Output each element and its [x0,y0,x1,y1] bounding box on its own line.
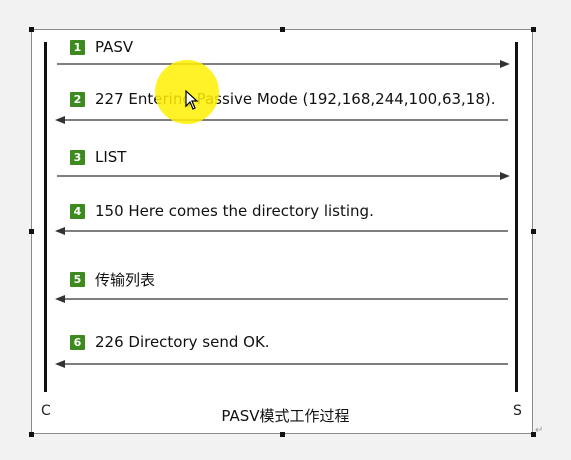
step-number-badge: 2 [70,91,85,107]
step-message: 226 Directory send OK. [95,333,270,351]
arrow-head-5 [55,295,65,303]
step-message: LIST [95,148,127,166]
message-arrows [55,60,510,368]
step-message: 150 Here comes the directory listing. [95,202,374,220]
step-number-badge: 6 [70,334,85,350]
step-1: 1 PASV [70,38,133,56]
step-message: PASV [95,38,134,56]
diagram-caption: PASV模式工作过程 [221,407,350,425]
step-3: 3 LIST [70,148,126,166]
step-number-badge: 5 [70,271,85,287]
arrow-head-4 [55,227,65,235]
step-number-badge: 4 [70,203,85,219]
step-4: 4 150 Here comes the directory listing. [70,202,374,220]
arrow-head-1 [500,60,510,68]
mouse-pointer-icon [185,90,199,110]
step-message: 传输列表 [95,270,156,289]
arrow-head-3 [500,172,510,180]
step-number-badge: 3 [70,149,85,165]
step-2: 2 227 Entering Passive Mode (192,168,244,… [70,90,496,108]
step-number-badge: 1 [70,39,85,55]
arrow-head-2 [55,116,65,124]
step-5: 5 传输列表 [70,270,156,289]
arrow-head-6 [55,360,65,368]
step-6: 6 226 Directory send OK. [70,333,270,351]
paragraph-mark: ↵ [535,425,544,436]
